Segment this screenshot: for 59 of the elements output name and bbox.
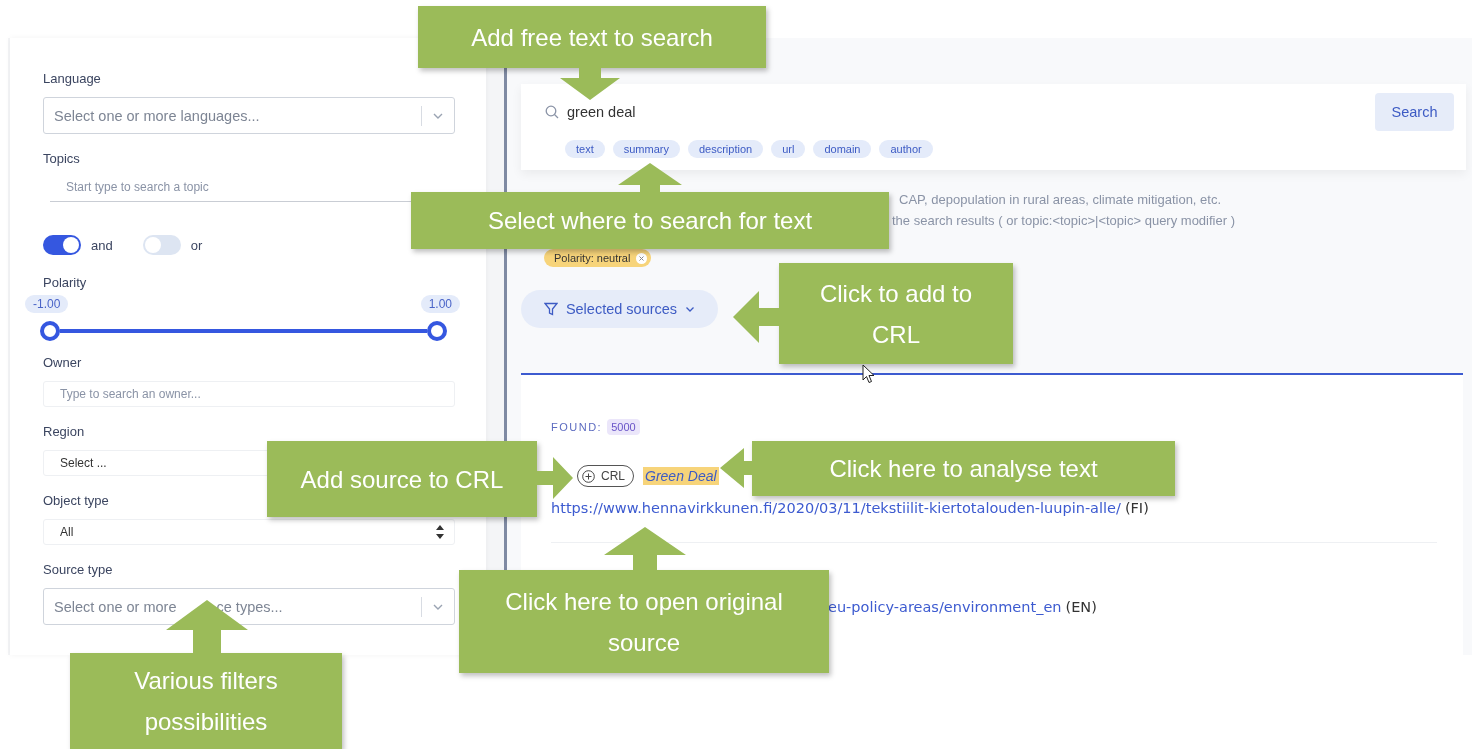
search-button[interactable]: Search (1375, 93, 1454, 131)
field-label: Source type (43, 562, 114, 578)
field-label: Region (43, 424, 86, 440)
field-label: Object type (43, 493, 110, 509)
found-label: FOUND: (551, 421, 603, 433)
hint-text: the search results ( or topic:<topic>|<topic> query modifier ) (892, 212, 1235, 230)
chevron-down-icon (432, 602, 445, 611)
callout-tooltip: Click to add to CRL (779, 263, 1013, 364)
value-badge: -1.00 (25, 295, 69, 313)
callout-tooltip: Select where to search for text (411, 192, 889, 249)
callout-tooltip: Add source to CRL (267, 441, 537, 517)
filter-icon (543, 302, 558, 316)
object-type-select[interactable]: All (43, 519, 456, 545)
field-label: Polarity (43, 275, 88, 291)
add-to-crl-button[interactable]: CRL (577, 465, 634, 487)
callout-tooltip: Click here to analyse text (752, 441, 1175, 496)
chevron-down-icon (685, 305, 696, 313)
callout-tooltip: Click here to open original source (459, 570, 829, 673)
source-url-link[interactable]: https://www.hennavirkkunen.fi/2020/03/11/tekstiilit-kiertotalouden-luupin-alle/ (551, 500, 1121, 516)
slider-handle[interactable] (40, 321, 60, 341)
toggle-switch[interactable] (142, 235, 181, 255)
slider-handle[interactable] (427, 321, 448, 341)
toggle-label: and (91, 237, 113, 253)
select-field[interactable]: Select one or more languages... (43, 97, 456, 134)
callout-arrow (733, 291, 779, 343)
scope-chip[interactable]: summary (612, 140, 680, 158)
sort-arrows-icon (436, 525, 445, 539)
source-url-link[interactable]: eu-policy-areas/environment_en (828, 599, 1062, 615)
owner-input[interactable]: Type to search an owner... (43, 381, 456, 407)
selected-sources-button[interactable]: Selected sources (521, 290, 718, 328)
filter-chip-label: Polarity: neutral (554, 252, 631, 264)
callout-arrow (560, 68, 620, 100)
value-badge: 1.00 (420, 295, 461, 313)
toggle-label: or (190, 237, 203, 253)
language-code: (FI) (1124, 500, 1149, 516)
plus-icon (582, 469, 595, 483)
filter-chip[interactable]: Polarity: neutral (544, 249, 652, 267)
search-icon (545, 105, 559, 119)
language-code: (EN) (1065, 599, 1097, 615)
callout-tooltip: Add free text to search (418, 6, 766, 68)
scope-chip[interactable]: description (687, 140, 764, 158)
result-title-link[interactable]: Green Deal (643, 467, 719, 485)
scope-chip[interactable]: domain (813, 140, 872, 158)
search-input[interactable]: green deal (567, 104, 636, 120)
callout-arrow (720, 448, 752, 488)
field-label: Topics (43, 151, 81, 167)
field-label: Language (43, 71, 102, 87)
callout-arrow (537, 457, 573, 499)
toggle-switch[interactable] (43, 235, 81, 255)
chevron-down-icon (432, 111, 445, 120)
scope-chip[interactable]: author (879, 140, 933, 158)
scope-chip[interactable]: text (565, 140, 605, 158)
hint-text: CAP, depopulation in rural areas, climate mitigation, etc. (899, 191, 1223, 209)
close-icon (636, 252, 648, 264)
callout-arrow (618, 163, 682, 192)
field-label: Owner (43, 355, 83, 371)
result-count: 5000 (607, 419, 640, 435)
callout-tooltip: Various filters possibilities (70, 653, 342, 749)
scope-chip[interactable]: url (771, 140, 806, 158)
